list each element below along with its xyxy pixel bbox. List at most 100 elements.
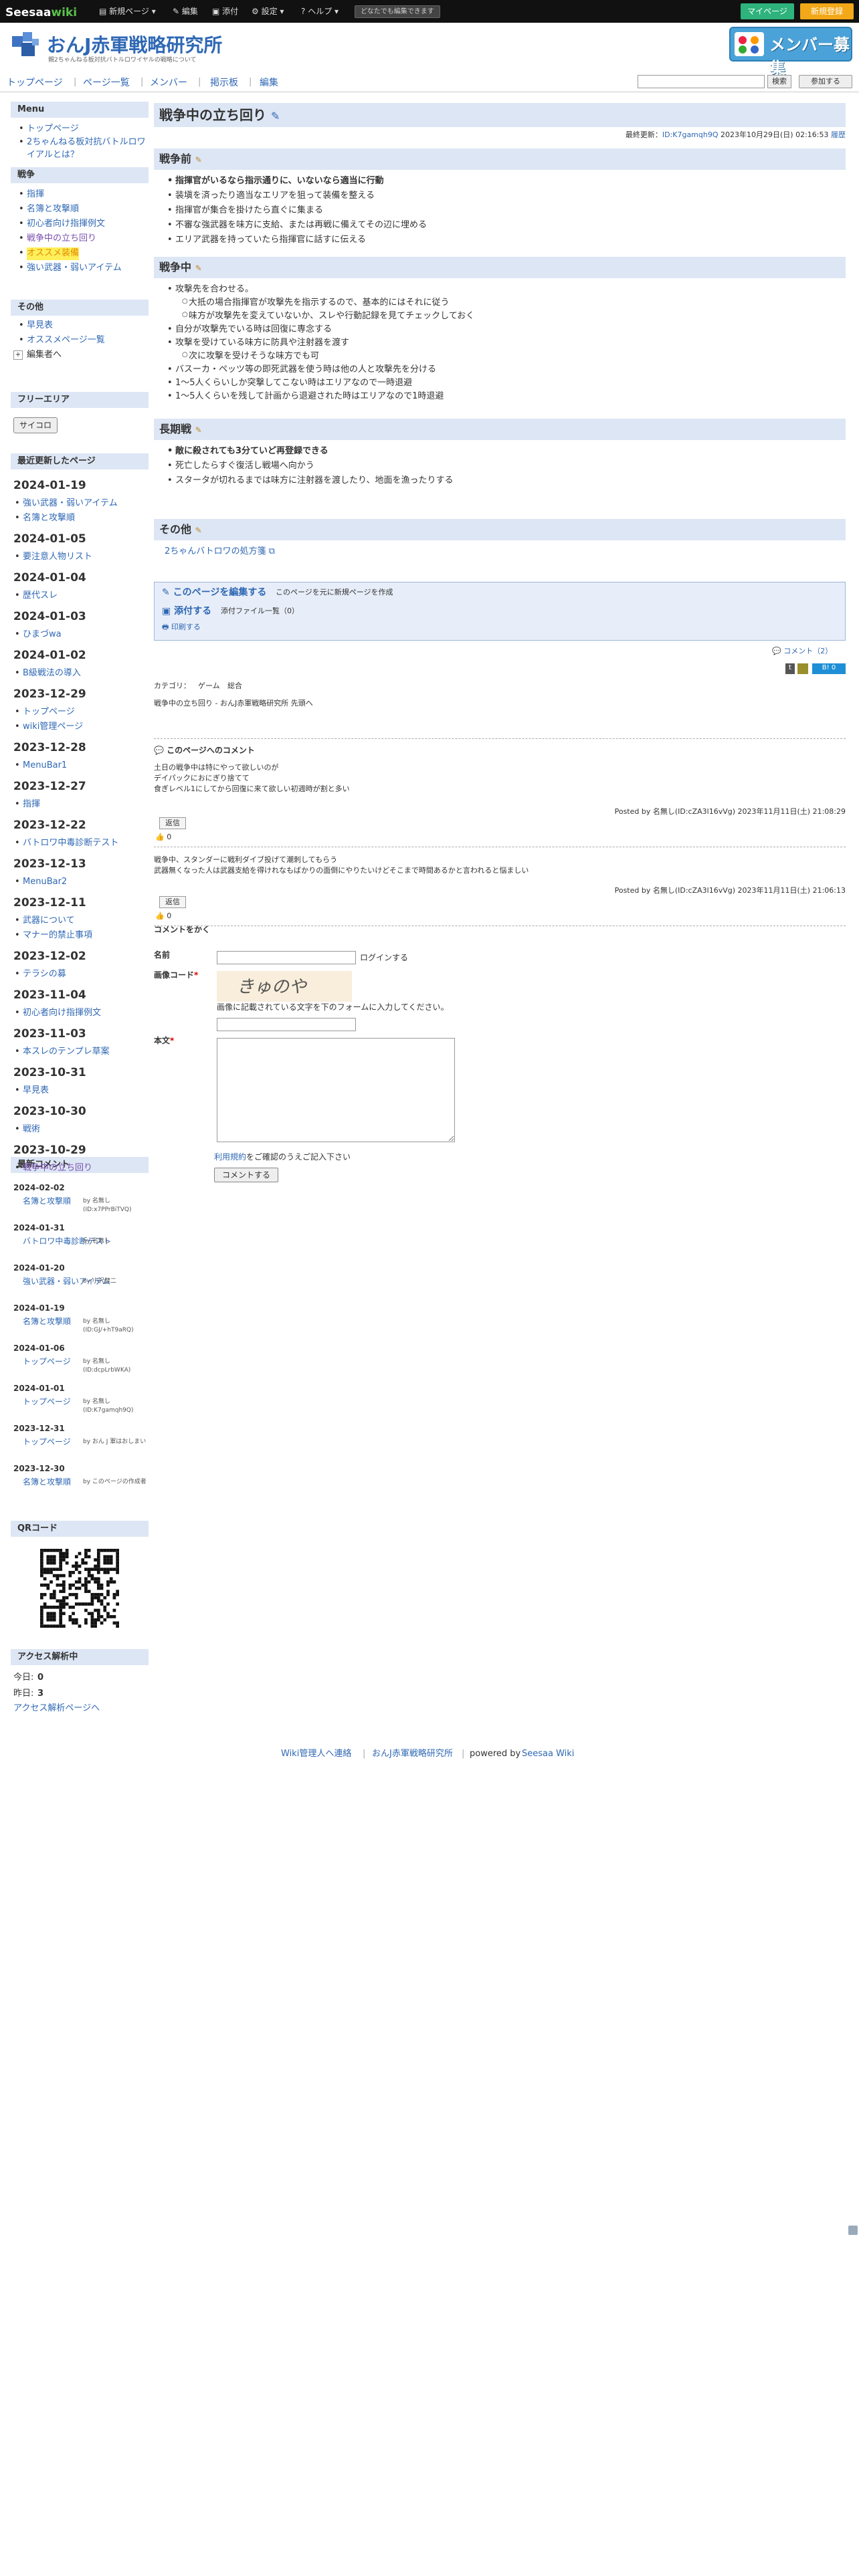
pencil-icon[interactable]: ✎ bbox=[271, 110, 280, 122]
side-link-beginner[interactable]: 初心者向け指揮例文 bbox=[19, 218, 105, 231]
nav-page-list[interactable]: ページ一覧 bbox=[83, 76, 130, 90]
recent-page-link[interactable]: B級戦法の導入 bbox=[15, 667, 81, 680]
recent-page-link[interactable]: wiki管理ページ bbox=[15, 721, 83, 734]
search-button[interactable]: 検索 bbox=[767, 75, 791, 88]
seesaa-wiki-logo[interactable]: Seesaawiki bbox=[5, 5, 77, 21]
edit-pencil-icon[interactable]: ✎ bbox=[195, 425, 202, 435]
search-input[interactable] bbox=[638, 75, 765, 88]
nav-edit[interactable]: 編集 bbox=[260, 76, 278, 90]
edit-pencil-icon[interactable]: ✎ bbox=[195, 526, 202, 535]
section-heading-before-war: 戦争前 ✎ bbox=[154, 148, 846, 170]
edit-page-link[interactable]: ✎ このページを編集する bbox=[162, 586, 266, 599]
comment-meta: Posted by 名無し(ID:cZA3l16vVg) 2023年11月11日… bbox=[614, 807, 846, 816]
recent-page-link[interactable]: 早見表 bbox=[15, 1085, 49, 1097]
good-button[interactable]: 👍 0 bbox=[155, 832, 171, 843]
recent-page-link[interactable]: MenuBar1 bbox=[15, 760, 67, 772]
edit-pencil-icon[interactable]: ✎ bbox=[195, 155, 202, 165]
dice-button[interactable]: サイコロ bbox=[13, 417, 58, 433]
expand-icon[interactable]: + bbox=[13, 350, 23, 360]
comment-page-link[interactable]: 名簿と攻撃順 bbox=[23, 1316, 71, 1327]
recent-page-link[interactable]: テラシの募 bbox=[15, 968, 66, 981]
comment-body-textarea[interactable] bbox=[217, 1038, 455, 1142]
footer-site-link[interactable]: おんJ赤軍戦略研究所 bbox=[372, 1748, 453, 1761]
history-link[interactable]: 履歴 bbox=[831, 130, 846, 139]
mypage-button[interactable]: マイページ bbox=[741, 3, 794, 19]
nav-top-page[interactable]: トップページ bbox=[7, 76, 63, 90]
reply-button[interactable]: 返信 bbox=[159, 817, 186, 829]
recent-date: 2023-12-29 bbox=[13, 687, 86, 701]
side-link-current[interactable]: 戦争中の立ち回り bbox=[19, 233, 96, 245]
nav-bbs[interactable]: 掲示板 bbox=[210, 76, 238, 90]
recent-date: 2023-12-22 bbox=[13, 819, 86, 832]
name-input[interactable] bbox=[217, 951, 356, 964]
comment-page-link[interactable]: トップページ bbox=[23, 1396, 71, 1408]
comment-page-link[interactable]: トップページ bbox=[23, 1356, 71, 1368]
create-from-page-link[interactable]: このページを元に新規ページを作成 bbox=[276, 587, 393, 598]
recent-page-link[interactable]: 強い武器・弱いアイテム bbox=[15, 498, 118, 510]
new-page-menu[interactable]: ▤ 新規ページ ▾ bbox=[99, 6, 156, 17]
comment-author: by 名無し(ID:dcpLrbWKA) bbox=[83, 1358, 131, 1374]
comment-page-link[interactable]: 名簿と攻撃順 bbox=[23, 1196, 71, 1207]
hatena-bookmark-button[interactable]: B! 0 bbox=[812, 663, 846, 674]
side-link-recommended-pages[interactable]: オススメページ一覧 bbox=[19, 334, 105, 347]
recent-page-link[interactable]: 歴代スレ bbox=[15, 590, 58, 603]
good-button[interactable]: 👍 0 bbox=[155, 911, 171, 922]
recent-page-link[interactable]: 名簿と攻撃順 bbox=[15, 512, 75, 525]
recent-page-link[interactable]: 要注意人物リスト bbox=[15, 551, 92, 564]
recent-page-link[interactable]: トップページ bbox=[15, 706, 75, 719]
footer-admin-link[interactable]: Wiki管理人へ連絡 bbox=[281, 1748, 351, 1761]
side-link-recommend[interactable]: オススメ装備 bbox=[19, 247, 80, 260]
member-recruit-banner[interactable]: メンバー募集 bbox=[729, 27, 852, 78]
recent-page-link[interactable]: 初心者向け指揮例文 bbox=[15, 1007, 101, 1020]
side-link-about[interactable]: 2ちゃんねる板対抗バトルロワイアルとは？ bbox=[19, 136, 147, 162]
share-icon[interactable] bbox=[797, 663, 808, 674]
submit-comment-button[interactable]: コメントする bbox=[214, 1168, 278, 1182]
breadcrumb[interactable]: 戦争中の立ち回り - おんJ赤軍戦略研究所 先頭へ bbox=[154, 698, 313, 709]
print-link[interactable]: 🖶 印刷する bbox=[162, 622, 201, 633]
side-link-editors[interactable]: 編集者へ bbox=[27, 349, 62, 362]
recent-page-link[interactable]: マナー的禁止事項 bbox=[15, 930, 92, 942]
terms-note: 利用規約をご確認のうえご記入下さい bbox=[214, 1152, 351, 1162]
help-menu[interactable]: ? ヘルプ ▾ bbox=[301, 6, 339, 17]
updater-id-link[interactable]: ID:K7gamqh9Q bbox=[662, 130, 719, 139]
comment-page-link[interactable]: 名簿と攻撃順 bbox=[23, 1477, 71, 1488]
comment-page-link[interactable]: トップページ bbox=[23, 1436, 71, 1448]
recent-page-link[interactable]: 戦争中の立ち回り bbox=[15, 1162, 92, 1175]
settings-menu[interactable]: ⚙ 設定 ▾ bbox=[252, 6, 284, 17]
footer-seesaa-link[interactable]: Seesaa Wiki bbox=[522, 1748, 574, 1761]
recent-page-link[interactable]: 戦術 bbox=[15, 1123, 40, 1136]
recent-page-link[interactable]: MenuBar2 bbox=[15, 876, 67, 889]
attach-list-link[interactable]: 添付ファイル一覧（0） bbox=[221, 606, 299, 617]
reply-button[interactable]: 返信 bbox=[159, 896, 186, 908]
attach-link[interactable]: ▣ 添付する bbox=[162, 605, 211, 618]
edit-menu[interactable]: ✎ 編集 bbox=[173, 6, 198, 17]
recent-page-link[interactable]: 指揮 bbox=[15, 798, 40, 811]
side-link-command[interactable]: 指揮 bbox=[19, 189, 44, 201]
nav-members[interactable]: メンバー bbox=[150, 76, 187, 90]
side-link-roster[interactable]: 名簿と攻撃順 bbox=[19, 203, 79, 216]
side-link-top[interactable]: トップページ bbox=[19, 123, 79, 136]
signup-button[interactable]: 新規登録 bbox=[800, 3, 854, 19]
scroll-top-icon[interactable] bbox=[848, 2226, 858, 2235]
external-link-prescription[interactable]: 2ちゃんバトロワの処方箋 ⧉ bbox=[165, 546, 275, 558]
terms-link[interactable]: 利用規約 bbox=[214, 1152, 246, 1162]
access-analysis-link[interactable]: アクセス解析ページへ bbox=[13, 1703, 100, 1715]
site-title[interactable]: おんJ赤軍戦略研究所 bbox=[47, 32, 222, 60]
side-link-quickref[interactable]: 早見表 bbox=[19, 320, 53, 332]
edit-pencil-icon[interactable]: ✎ bbox=[195, 263, 202, 273]
recent-page-link[interactable]: ひまづwa bbox=[15, 629, 62, 641]
category-general[interactable]: 総合 bbox=[227, 681, 242, 691]
comment-author: by おん J 軍はおしまい bbox=[83, 1438, 147, 1445]
recent-page-link[interactable]: 本スレのテンプレ草案 bbox=[15, 1046, 110, 1059]
attach-menu[interactable]: ▣ 添付 bbox=[212, 6, 238, 17]
site-logo-icon[interactable] bbox=[9, 29, 43, 60]
category-game[interactable]: ゲーム bbox=[198, 681, 220, 691]
comment-count-link[interactable]: 💬 コメント（2） bbox=[772, 646, 832, 657]
recent-page-link[interactable]: バトロワ中毒診断テスト bbox=[15, 837, 118, 850]
recent-page-link[interactable]: 武器について bbox=[15, 915, 75, 928]
login-link[interactable]: ログインする bbox=[360, 952, 408, 964]
captcha-input[interactable] bbox=[217, 1018, 356, 1031]
tumblr-icon[interactable]: t bbox=[785, 663, 795, 674]
join-button[interactable]: 参加する bbox=[799, 75, 852, 88]
side-link-weapons[interactable]: 強い武器・弱いアイテム bbox=[19, 262, 122, 275]
